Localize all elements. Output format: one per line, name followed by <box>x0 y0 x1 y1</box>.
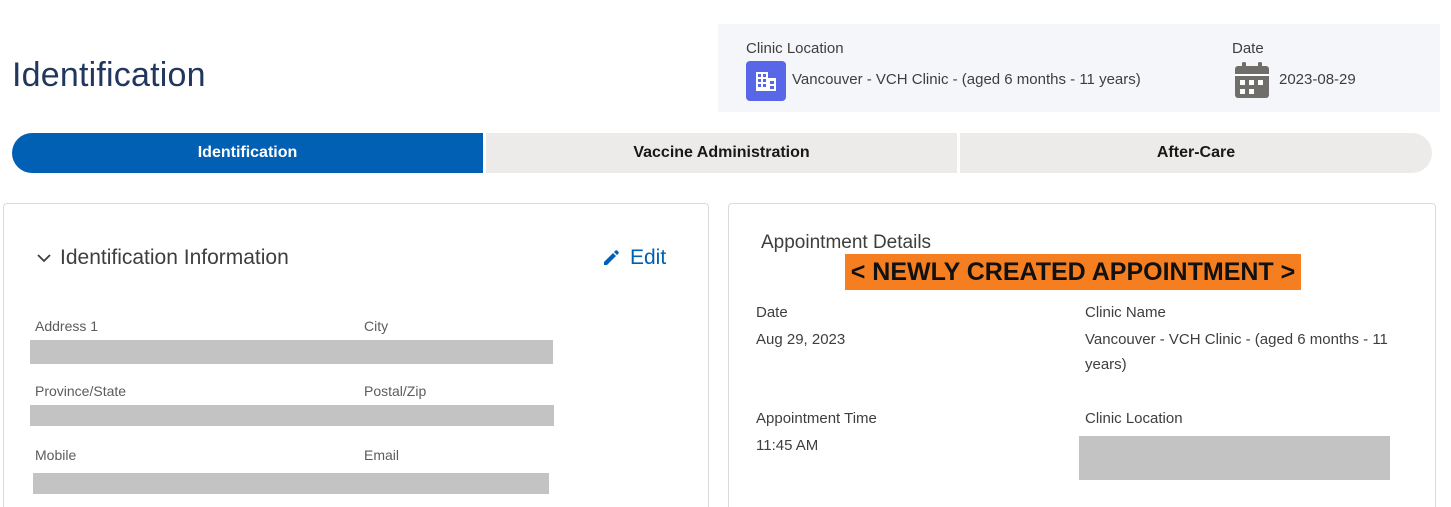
edit-label: Edit <box>630 246 667 269</box>
date-value: 2023-08-29 <box>1279 71 1356 88</box>
clinic-location-redaction <box>1079 436 1390 480</box>
appointment-title: Appointment Details <box>761 232 932 253</box>
building-icon <box>746 61 786 101</box>
calendar-icon <box>1234 61 1270 99</box>
identification-section-toggle[interactable]: Identification Information <box>36 246 289 270</box>
postal-label: Postal/Zip <box>364 383 427 399</box>
mobile-label: Mobile <box>35 447 77 463</box>
page-title: Identification <box>12 56 206 94</box>
edit-button[interactable]: Edit <box>602 246 666 270</box>
tab-identification[interactable]: Identification <box>12 133 483 173</box>
chevron-down-icon <box>37 254 51 263</box>
email-label: Email <box>364 447 400 463</box>
appointment-date-value: Aug 29, 2023 <box>756 331 846 348</box>
appointment-card: Appointment Details < NEWLY CREATED APPO… <box>728 203 1436 507</box>
appointment-date-label: Date <box>756 304 788 321</box>
clinic-name-value: Vancouver - VCH Clinic - (aged 6 months … <box>1085 331 1388 373</box>
clinic-location-label: Clinic Location <box>746 40 844 57</box>
section-title: Identification Information <box>60 246 289 269</box>
address1-label: Address 1 <box>35 318 99 334</box>
province-redaction <box>30 405 554 426</box>
workflow-tabs: Identification Vaccine Administration Af… <box>12 133 1432 173</box>
mobile-redaction <box>33 473 549 494</box>
identification-card: Identification Information Edit Address … <box>3 203 709 507</box>
appointment-time-label: Appointment Time <box>756 410 877 427</box>
address-redaction <box>30 340 553 364</box>
date-label: Date <box>1232 40 1264 57</box>
province-label: Province/State <box>35 383 127 399</box>
city-label: City <box>364 318 389 334</box>
tab-vaccine-administration[interactable]: Vaccine Administration <box>486 133 957 173</box>
tab-after-care[interactable]: After-Care <box>960 133 1432 173</box>
new-appointment-banner: < NEWLY CREATED APPOINTMENT > <box>845 254 1301 290</box>
clinic-location-field-label: Clinic Location <box>1085 410 1183 427</box>
appointment-time-value: 11:45 AM <box>756 437 819 454</box>
pencil-icon <box>604 250 619 265</box>
clinic-name-label: Clinic Name <box>1085 304 1166 321</box>
clinic-info-panel: Clinic Location Vancouver - VCH Clinic -… <box>718 24 1440 112</box>
clinic-location-value: Vancouver - VCH Clinic - (aged 6 months … <box>792 71 1141 88</box>
page: Identification Clinic Location Vancouver… <box>0 0 1451 507</box>
